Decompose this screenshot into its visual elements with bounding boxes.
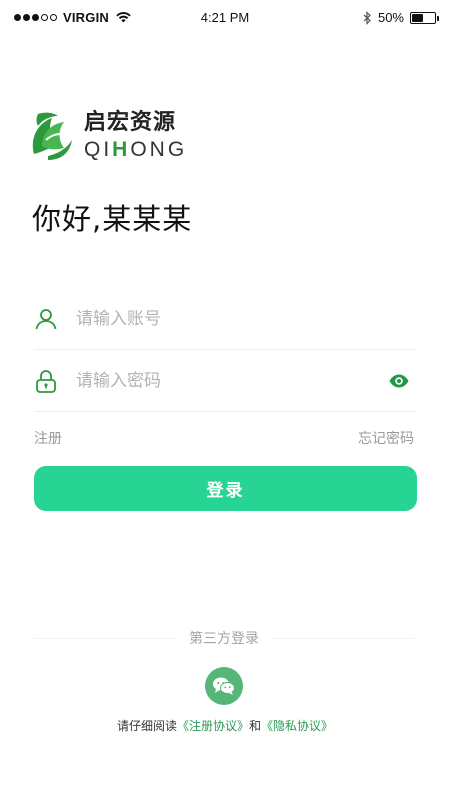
- lock-icon: [36, 369, 56, 393]
- logo-text: 启宏资源 QIHONG: [84, 110, 187, 162]
- privacy-link[interactable]: 《隐私协议》: [261, 719, 333, 733]
- agreement-conjunction: 和: [249, 719, 262, 733]
- battery-icon: [410, 11, 439, 24]
- logo-name-cn: 启宏资源: [84, 110, 177, 135]
- show-password-eye-icon[interactable]: [388, 370, 410, 392]
- register-link[interactable]: 注册: [34, 428, 62, 448]
- greeting-title: 你好,某某某: [32, 202, 193, 236]
- battery-percent: 50%: [377, 10, 404, 25]
- status-bar: VIRGIN 4:21 PM 50%: [0, 0, 450, 36]
- agreement-text: 请仔细阅读《注册协议》和《隐私协议》: [0, 717, 450, 734]
- logo-en-right: ONG: [130, 138, 188, 161]
- logo-en-accent: H: [112, 138, 131, 161]
- terms-link[interactable]: 《注册协议》: [177, 719, 249, 733]
- logo-name-en: QIHONG: [84, 138, 187, 162]
- password-input[interactable]: [76, 370, 388, 391]
- account-field: [34, 288, 416, 350]
- auth-links: 注册 忘记密码: [34, 428, 414, 448]
- bluetooth-icon: [363, 10, 371, 25]
- wechat-login-button[interactable]: [205, 667, 243, 705]
- forgot-password-link[interactable]: 忘记密码: [358, 428, 414, 448]
- battery-fill: [412, 13, 423, 22]
- user-icon: [35, 308, 57, 329]
- logo-en-left: QI: [84, 138, 113, 161]
- login-button[interactable]: 登录: [34, 466, 417, 511]
- brand-logo: 启宏资源 QIHONG: [28, 110, 187, 162]
- password-field: [34, 350, 416, 412]
- status-right: 50%: [363, 10, 439, 25]
- account-input[interactable]: [76, 308, 416, 329]
- leaf-logo-icon: [32, 112, 72, 160]
- agreement-prefix: 请仔细阅读: [116, 719, 177, 733]
- wechat-icon: [213, 677, 235, 695]
- third-party-login-label: 第三方登录: [177, 631, 271, 647]
- third-party-login-divider: 第三方登录: [34, 628, 414, 648]
